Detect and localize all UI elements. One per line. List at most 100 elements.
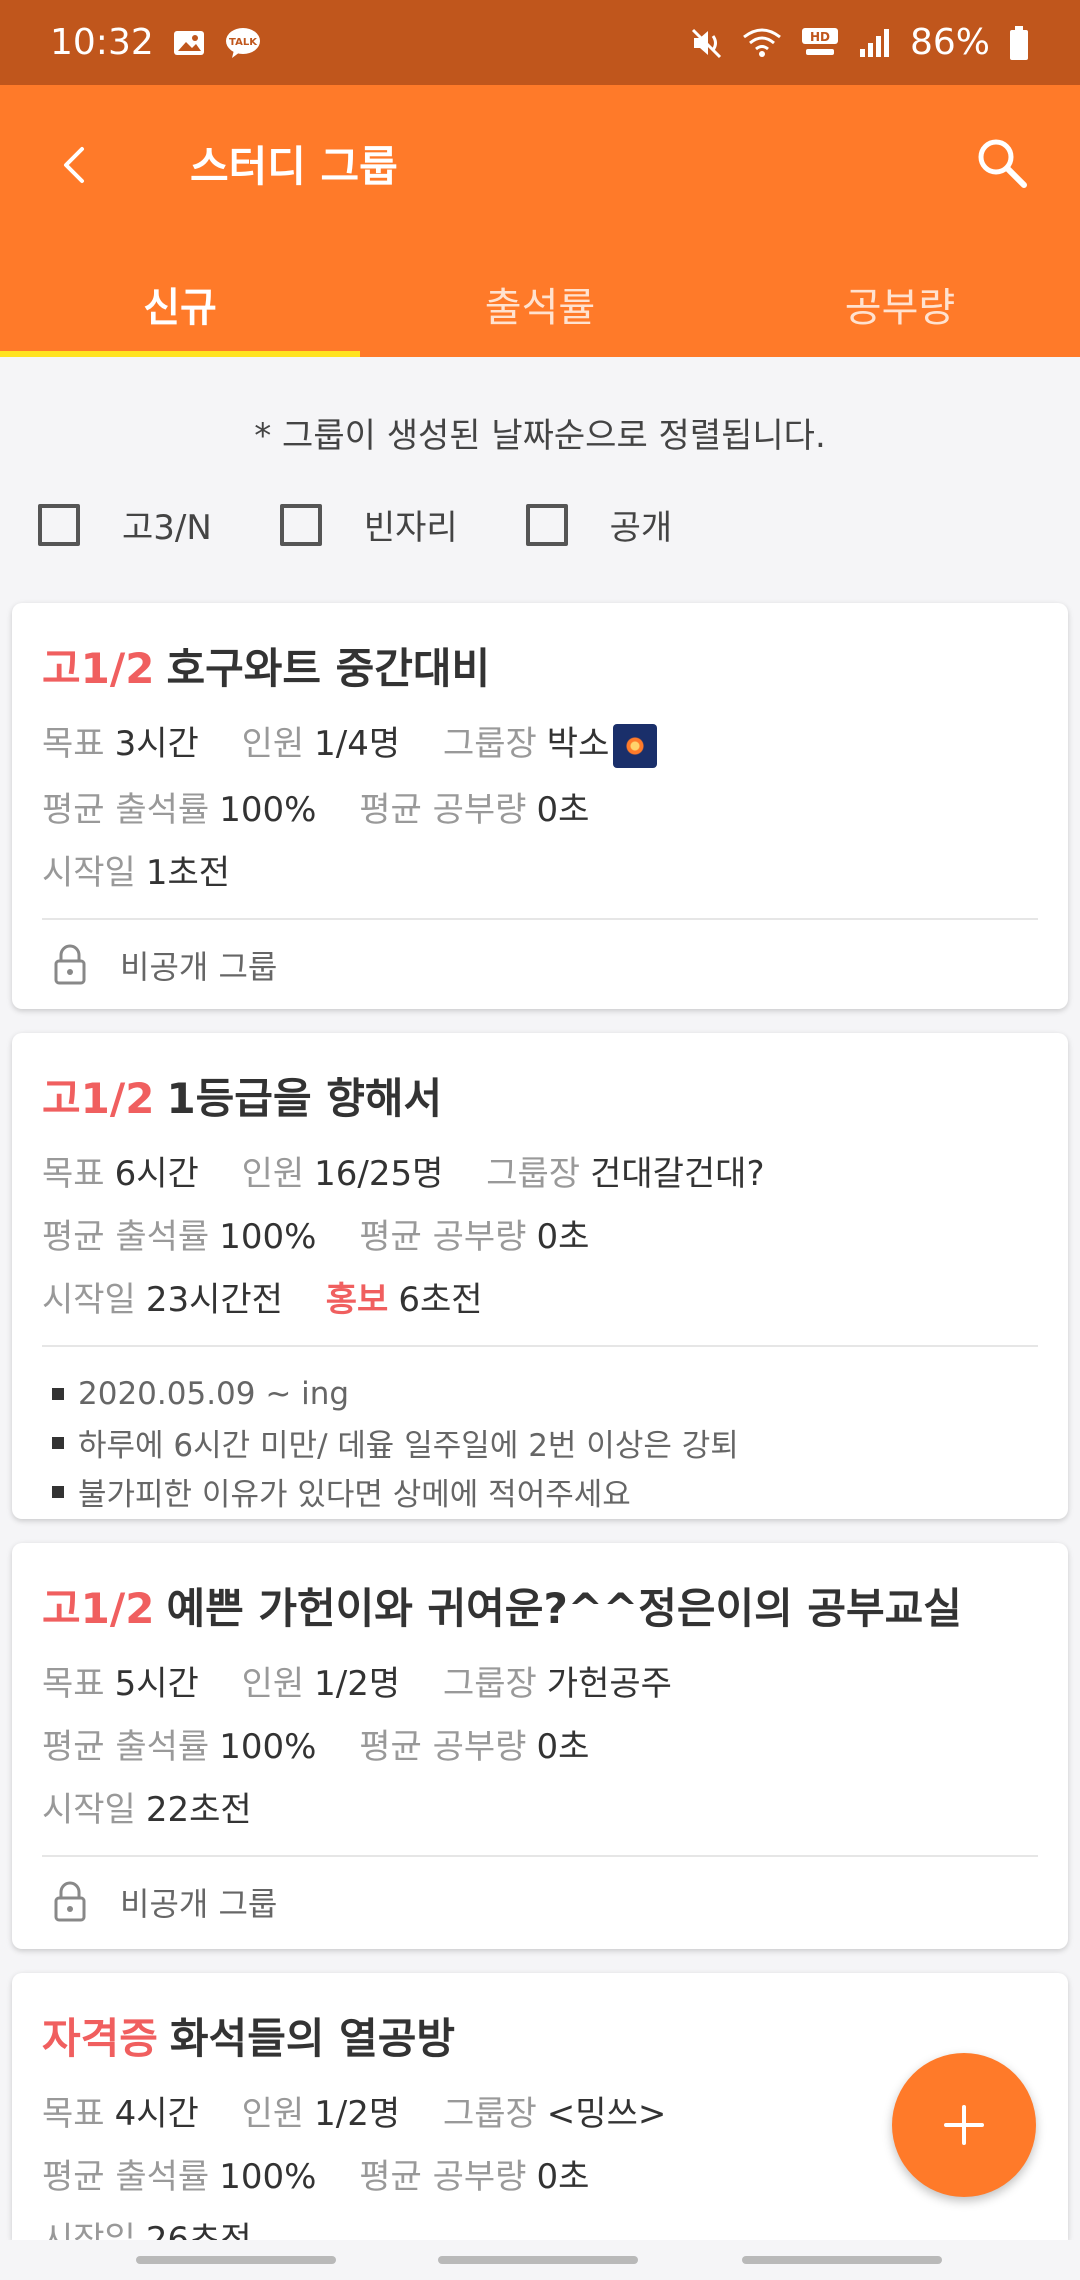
- start-label: 시작일: [42, 1790, 136, 1830]
- study-label: 평균 공부량: [359, 2157, 527, 2197]
- goal-value: 4시간: [114, 2094, 199, 2134]
- note-item: 불가피한 이유가 있다면 상메에 적어주세요: [52, 1467, 1038, 1516]
- study-label: 평균 공부량: [359, 789, 527, 830]
- filter-vacancy[interactable]: 빈자리: [279, 500, 458, 549]
- attendance-label: 평균 출석률: [42, 2157, 210, 2197]
- group-title: 고1/2 호구와트 중간대비: [42, 635, 1038, 696]
- hd-voice-icon: HD: [800, 26, 840, 60]
- back-button[interactable]: [50, 135, 100, 195]
- search-button[interactable]: [972, 133, 1032, 193]
- group-title: 고1/2 1등급을 향해서: [42, 1065, 1038, 1126]
- page-title: 스터디 그룹: [190, 142, 398, 191]
- group-category: 고1/2: [42, 644, 155, 693]
- members-label: 인원: [241, 2094, 305, 2134]
- tab-new[interactable]: 신규: [0, 250, 360, 357]
- study-value: 0초: [536, 1727, 590, 1767]
- group-title: 고1/2 예쁜 가헌이와 귀여운?^^정은이의 공부교실: [42, 1575, 1038, 1636]
- info-row: 목표 6시간 인원 16/25명 그룹장 건대갈건대?: [42, 1146, 1038, 1195]
- attendance-label: 평균 출석률: [42, 1217, 210, 1257]
- members-value: 16/25명: [314, 1154, 444, 1194]
- checkbox[interactable]: [279, 503, 322, 546]
- leader-value: <밍쓰>: [546, 2094, 667, 2134]
- group-category: 자격증: [42, 2014, 158, 2063]
- leader-value: 가헌공주: [546, 1664, 672, 1704]
- info-row: 목표 5시간 인원 1/2명 그룹장 가헌공주: [42, 1656, 1038, 1705]
- start-label: 시작일: [42, 852, 136, 893]
- study-label: 평균 공부량: [359, 1727, 527, 1767]
- private-footer: 비공개 그룹: [42, 1857, 1038, 1947]
- note-text: 불가피한 이유가 있다면 상메에 적어주세요: [78, 1477, 631, 1513]
- tab-attendance[interactable]: 출석률: [360, 250, 720, 357]
- bullet-icon: [52, 1485, 64, 1498]
- bullet-icon: [52, 1387, 64, 1400]
- stats-row: 평균 출석률 100% 평균 공부량 0초: [42, 2149, 1038, 2198]
- filter-label: 빈자리: [363, 508, 458, 548]
- group-name: 1등급을 향해서: [166, 1074, 443, 1123]
- sort-note: * 그룹이 생성된 날짜순으로 정렬됩니다.: [254, 416, 826, 456]
- group-card[interactable]: 고1/2 예쁜 가헌이와 귀여운?^^정은이의 공부교실 목표 5시간 인원 1/2명…: [12, 1543, 1068, 1949]
- tab-bar: 신규 출석률 공부량: [0, 250, 1080, 357]
- group-category: 고1/2: [42, 1074, 155, 1123]
- filter-label: 공개: [609, 508, 673, 548]
- note-item: 2020.05.09 ~ ing: [52, 1369, 1038, 1418]
- start-row: 시작일 22초전: [42, 1782, 1038, 1831]
- lock-icon: [54, 1881, 86, 1922]
- nav-home-button[interactable]: [438, 2256, 638, 2264]
- signal-icon: [858, 27, 892, 59]
- nav-back-button[interactable]: [742, 2256, 942, 2264]
- nav-recents-button[interactable]: [136, 2256, 336, 2264]
- study-label: 평균 공부량: [359, 1217, 527, 1257]
- group-notes: 2020.05.09 ~ ing 하루에 6시간 미만/ 데윺 일주일에 2번 …: [42, 1347, 1038, 1536]
- start-value: 23시간전: [145, 1280, 283, 1320]
- filter-public[interactable]: 공개: [525, 500, 673, 549]
- group-category: 고1/2: [42, 1584, 155, 1633]
- study-value: 0초: [536, 2157, 590, 2197]
- search-icon: [978, 139, 1027, 188]
- leader-label: 그룹장: [442, 724, 537, 764]
- fireworks-icon: [613, 723, 658, 768]
- attendance-label: 평균 출석률: [42, 1727, 210, 1767]
- start-label: 시작일: [42, 1280, 136, 1320]
- wifi-icon: [742, 27, 782, 59]
- app-bar: 스터디 그룹 신규 출석률 공부량: [0, 85, 1080, 357]
- members-value: 1/2명: [314, 2094, 401, 2134]
- tab-study-amount[interactable]: 공부량: [720, 250, 1080, 357]
- battery-icon: [1008, 25, 1030, 61]
- stats-row: 평균 출석률 100% 평균 공부량 0초: [42, 1209, 1038, 1258]
- members-label: 인원: [241, 724, 305, 764]
- goal-label: 목표: [42, 1664, 105, 1704]
- study-value: 0초: [536, 1217, 590, 1257]
- checkbox[interactable]: [525, 503, 568, 546]
- stats-row: 평균 출석률 100% 평균 공부량 0초: [42, 782, 1038, 831]
- leader-value: 건대갈건대?: [590, 1154, 765, 1194]
- members-value: 1/2명: [314, 1664, 401, 1704]
- goal-value: 6시간: [114, 1154, 199, 1194]
- start-row: 시작일 23시간전 홍보 6초전: [42, 1272, 1038, 1321]
- group-name: 예쁜 가헌이와 귀여운?^^정은이의 공부교실: [166, 1584, 962, 1633]
- lock-icon: [54, 944, 86, 984]
- leader-label: 그룹장: [442, 1664, 537, 1704]
- promo-value: 6초전: [398, 1280, 483, 1320]
- members-label: 인원: [241, 1154, 305, 1194]
- plus-icon: [944, 2105, 984, 2145]
- add-group-button[interactable]: [892, 2053, 1036, 2197]
- checkbox[interactable]: [38, 503, 80, 546]
- filter-senior[interactable]: 고3/N: [38, 500, 212, 549]
- attendance-label: 평균 출석률: [42, 789, 210, 830]
- gallery-icon: [172, 28, 206, 58]
- start-value: 22초전: [145, 1790, 252, 1830]
- status-time: 10:32: [50, 22, 154, 63]
- members-value: 1/4명: [314, 724, 401, 764]
- hd-text: HD: [810, 30, 830, 44]
- promo-label: 홍보: [325, 1280, 389, 1320]
- study-value: 0초: [536, 789, 590, 830]
- note-item: 하루에 6시간 미만/ 데윺 일주일에 2번 이상은 강퇴: [52, 1418, 1038, 1467]
- private-footer: 비공개 그룹: [42, 920, 1038, 1010]
- start-row: 시작일 1초전: [42, 845, 1038, 894]
- group-card[interactable]: 고1/2 1등급을 향해서 목표 6시간 인원 16/25명 그룹장 건대갈건대? 평균…: [12, 1033, 1068, 1519]
- group-card[interactable]: 고1/2 호구와트 중간대비 목표 3시간 인원 1/4명 그룹장 박소 평균 출석률 1…: [12, 603, 1068, 1009]
- back-arrow-icon: [64, 147, 84, 183]
- note-text: 하루에 6시간 미만/ 데윺 일주일에 2번 이상은 강퇴: [78, 1428, 739, 1464]
- group-name: 호구와트 중간대비: [166, 644, 491, 693]
- battery-percent: 86%: [909, 22, 990, 63]
